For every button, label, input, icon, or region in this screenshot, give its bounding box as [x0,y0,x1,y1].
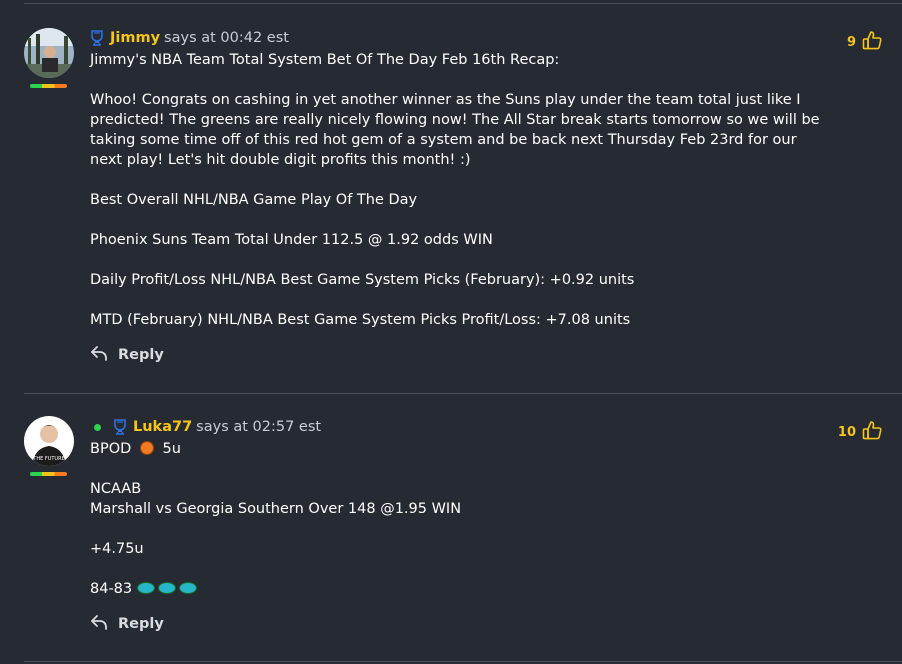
avatar[interactable] [24,28,74,78]
trophy-badge-icon [113,419,127,435]
comment-divider [24,393,902,394]
trophy-badge-icon [90,30,104,46]
reply-label: Reply [118,347,164,363]
record-label: 84-83 [90,581,133,597]
comment-line: Jimmy's NBA Team Total System Bet Of The… [90,52,560,68]
like-button[interactable]: 9 [847,30,882,55]
timestamp: says at 00:42 est [164,30,289,46]
avatar[interactable]: THE FUTURE [24,416,74,466]
fish-emoji-icon [136,582,155,594]
comment-line: NCAAB [90,481,142,497]
thumbs-up-icon[interactable] [862,420,882,445]
comment-body: BPOD 5u NCAAB Marshall vs Georgia Southe… [90,439,830,599]
reply-label: Reply [118,616,164,632]
comment-header: Jimmy says at 00:42 est [90,29,289,47]
comment-header: Luka77 says at 02:57 est [90,418,321,436]
reply-button[interactable]: Reply [90,344,164,366]
fish-emoji-icon [157,582,176,594]
like-button[interactable]: 10 [838,420,882,445]
comment-line: 84-83 [90,579,830,599]
comment-line: Phoenix Suns Team Total Under 112.5 @ 1.… [90,232,493,248]
username[interactable]: Jimmy [110,29,160,47]
comment-body: Jimmy's NBA Team Total System Bet Of The… [90,50,830,330]
rank-bar [30,472,67,476]
fish-emoji-icon [178,582,197,594]
rank-bar [30,84,67,88]
comment-line: Daily Profit/Loss NHL/NBA Best Game Syst… [90,272,635,288]
bpod-label: BPOD [90,441,132,457]
comment-line: Whoo! Congrats on cashing in yet another… [90,92,820,168]
comment-line: BPOD 5u [90,439,830,459]
comment-line: Best Overall NHL/NBA Game Play Of The Da… [90,192,418,208]
comment-line: +4.75u [90,541,144,557]
like-count: 9 [846,35,856,50]
like-count: 10 [837,425,856,440]
top-divider [24,3,902,4]
thumbs-up-icon[interactable] [862,30,882,55]
reply-button[interactable]: Reply [90,613,164,635]
timestamp: says at 02:57 est [196,419,322,435]
comment-line: Marshall vs Georgia Southern Over 148 @1… [90,501,462,517]
avatar-shirt-text: THE FUTURE [32,456,64,462]
reply-arrow-icon [90,613,108,635]
bottom-divider [24,661,902,662]
basketball-icon [139,441,154,455]
stake-label: 5u [162,441,181,457]
username[interactable]: Luka77 [133,418,192,436]
comment-line: MTD (February) NHL/NBA Best Game System … [90,312,631,328]
online-status-dot [94,423,101,431]
reply-arrow-icon [90,344,108,366]
